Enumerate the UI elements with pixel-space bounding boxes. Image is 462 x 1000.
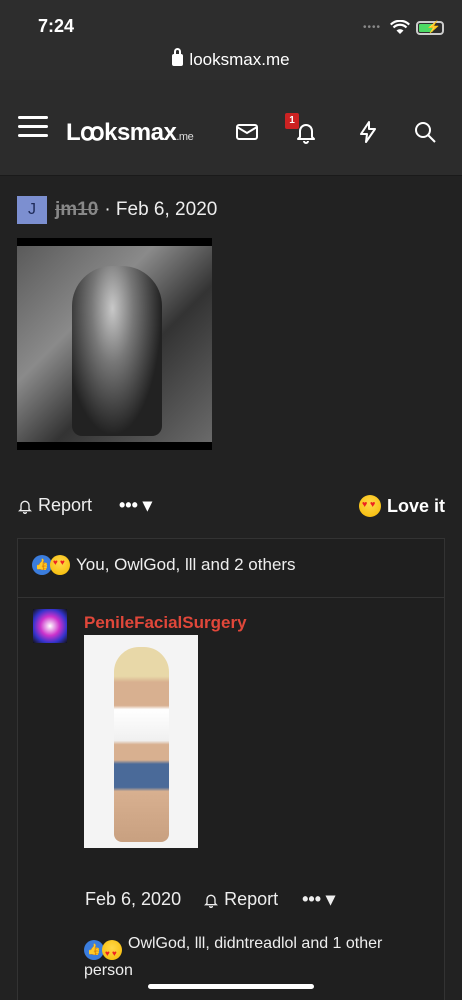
reply-username[interactable]: PenileFacialSurgery xyxy=(84,613,247,633)
wifi-icon xyxy=(390,20,410,34)
reactions-box: 👍 You, OwlGod, lll and 2 others PenileFa… xyxy=(17,538,445,1000)
post-actions: Report ••• ▾ Love it xyxy=(17,495,445,521)
url-bar[interactable]: looksmax.me xyxy=(0,44,462,80)
like-icon: 👍 xyxy=(84,940,104,960)
post-image[interactable] xyxy=(17,238,212,450)
reply-actions: Feb 6, 2020 Report ••• ▾ xyxy=(85,889,335,910)
bolt-icon[interactable] xyxy=(356,120,380,144)
battery-icon: ⚡ xyxy=(416,20,444,35)
logo-tld: .me xyxy=(176,131,194,143)
like-icon: 👍 xyxy=(32,555,52,575)
post-date[interactable]: · Feb 6, 2020 xyxy=(104,199,217,221)
post-header: J jm10 · Feb 6, 2020 xyxy=(17,195,217,225)
report-bell-icon xyxy=(18,500,32,514)
more-options-button[interactable]: ••• ▾ xyxy=(119,495,152,516)
love-label: Love it xyxy=(386,495,445,516)
site-logo[interactable]: Lꝏksmax.me xyxy=(66,118,194,147)
site-header: Lꝏksmax.me 1 xyxy=(0,80,462,176)
reply-more-options-button[interactable]: ••• ▾ xyxy=(302,889,335,910)
reply-image[interactable] xyxy=(84,635,198,848)
report-label: Report xyxy=(38,495,93,515)
hamburger-menu-icon[interactable] xyxy=(18,116,48,140)
reply-report-label: Report xyxy=(224,889,279,909)
avatar[interactable]: J xyxy=(17,196,47,224)
notification-badge: 1 xyxy=(285,113,299,129)
reaction-summary[interactable]: 👍 You, OwlGod, lll and 2 others xyxy=(32,555,296,575)
love-it-button[interactable]: Love it xyxy=(358,495,445,517)
reply-avatar[interactable] xyxy=(33,609,67,643)
love-emoji-icon xyxy=(102,940,122,965)
mail-icon[interactable] xyxy=(235,120,259,144)
reaction-summary-text: You, OwlGod, lll and 2 others xyxy=(76,555,296,574)
reply-date[interactable]: Feb 6, 2020 xyxy=(85,889,181,910)
divider xyxy=(18,597,444,598)
reply-report-button[interactable]: Report xyxy=(203,889,278,910)
reply-reaction-text: OwlGod, lll, didntreadlol and 1 other pe… xyxy=(84,935,383,979)
search-icon[interactable] xyxy=(413,120,437,144)
url-text: looksmax.me xyxy=(189,50,290,69)
love-emoji-icon xyxy=(50,555,70,575)
signal-icon: •••• xyxy=(363,22,382,33)
logo-text: Lꝏksmax xyxy=(66,119,177,146)
status-bar: 7:24 •••• ⚡ xyxy=(0,0,462,44)
lock-icon xyxy=(172,48,184,66)
home-indicator xyxy=(148,984,314,989)
status-time: 7:24 xyxy=(38,16,75,36)
report-button[interactable]: Report xyxy=(17,495,92,516)
report-bell-icon xyxy=(204,894,219,908)
reply-reaction-summary[interactable]: 👍 OwlGod, lll, didntreadlol and 1 other … xyxy=(84,933,424,982)
post-username[interactable]: jm10 xyxy=(55,199,98,221)
love-emoji-icon xyxy=(358,495,381,517)
